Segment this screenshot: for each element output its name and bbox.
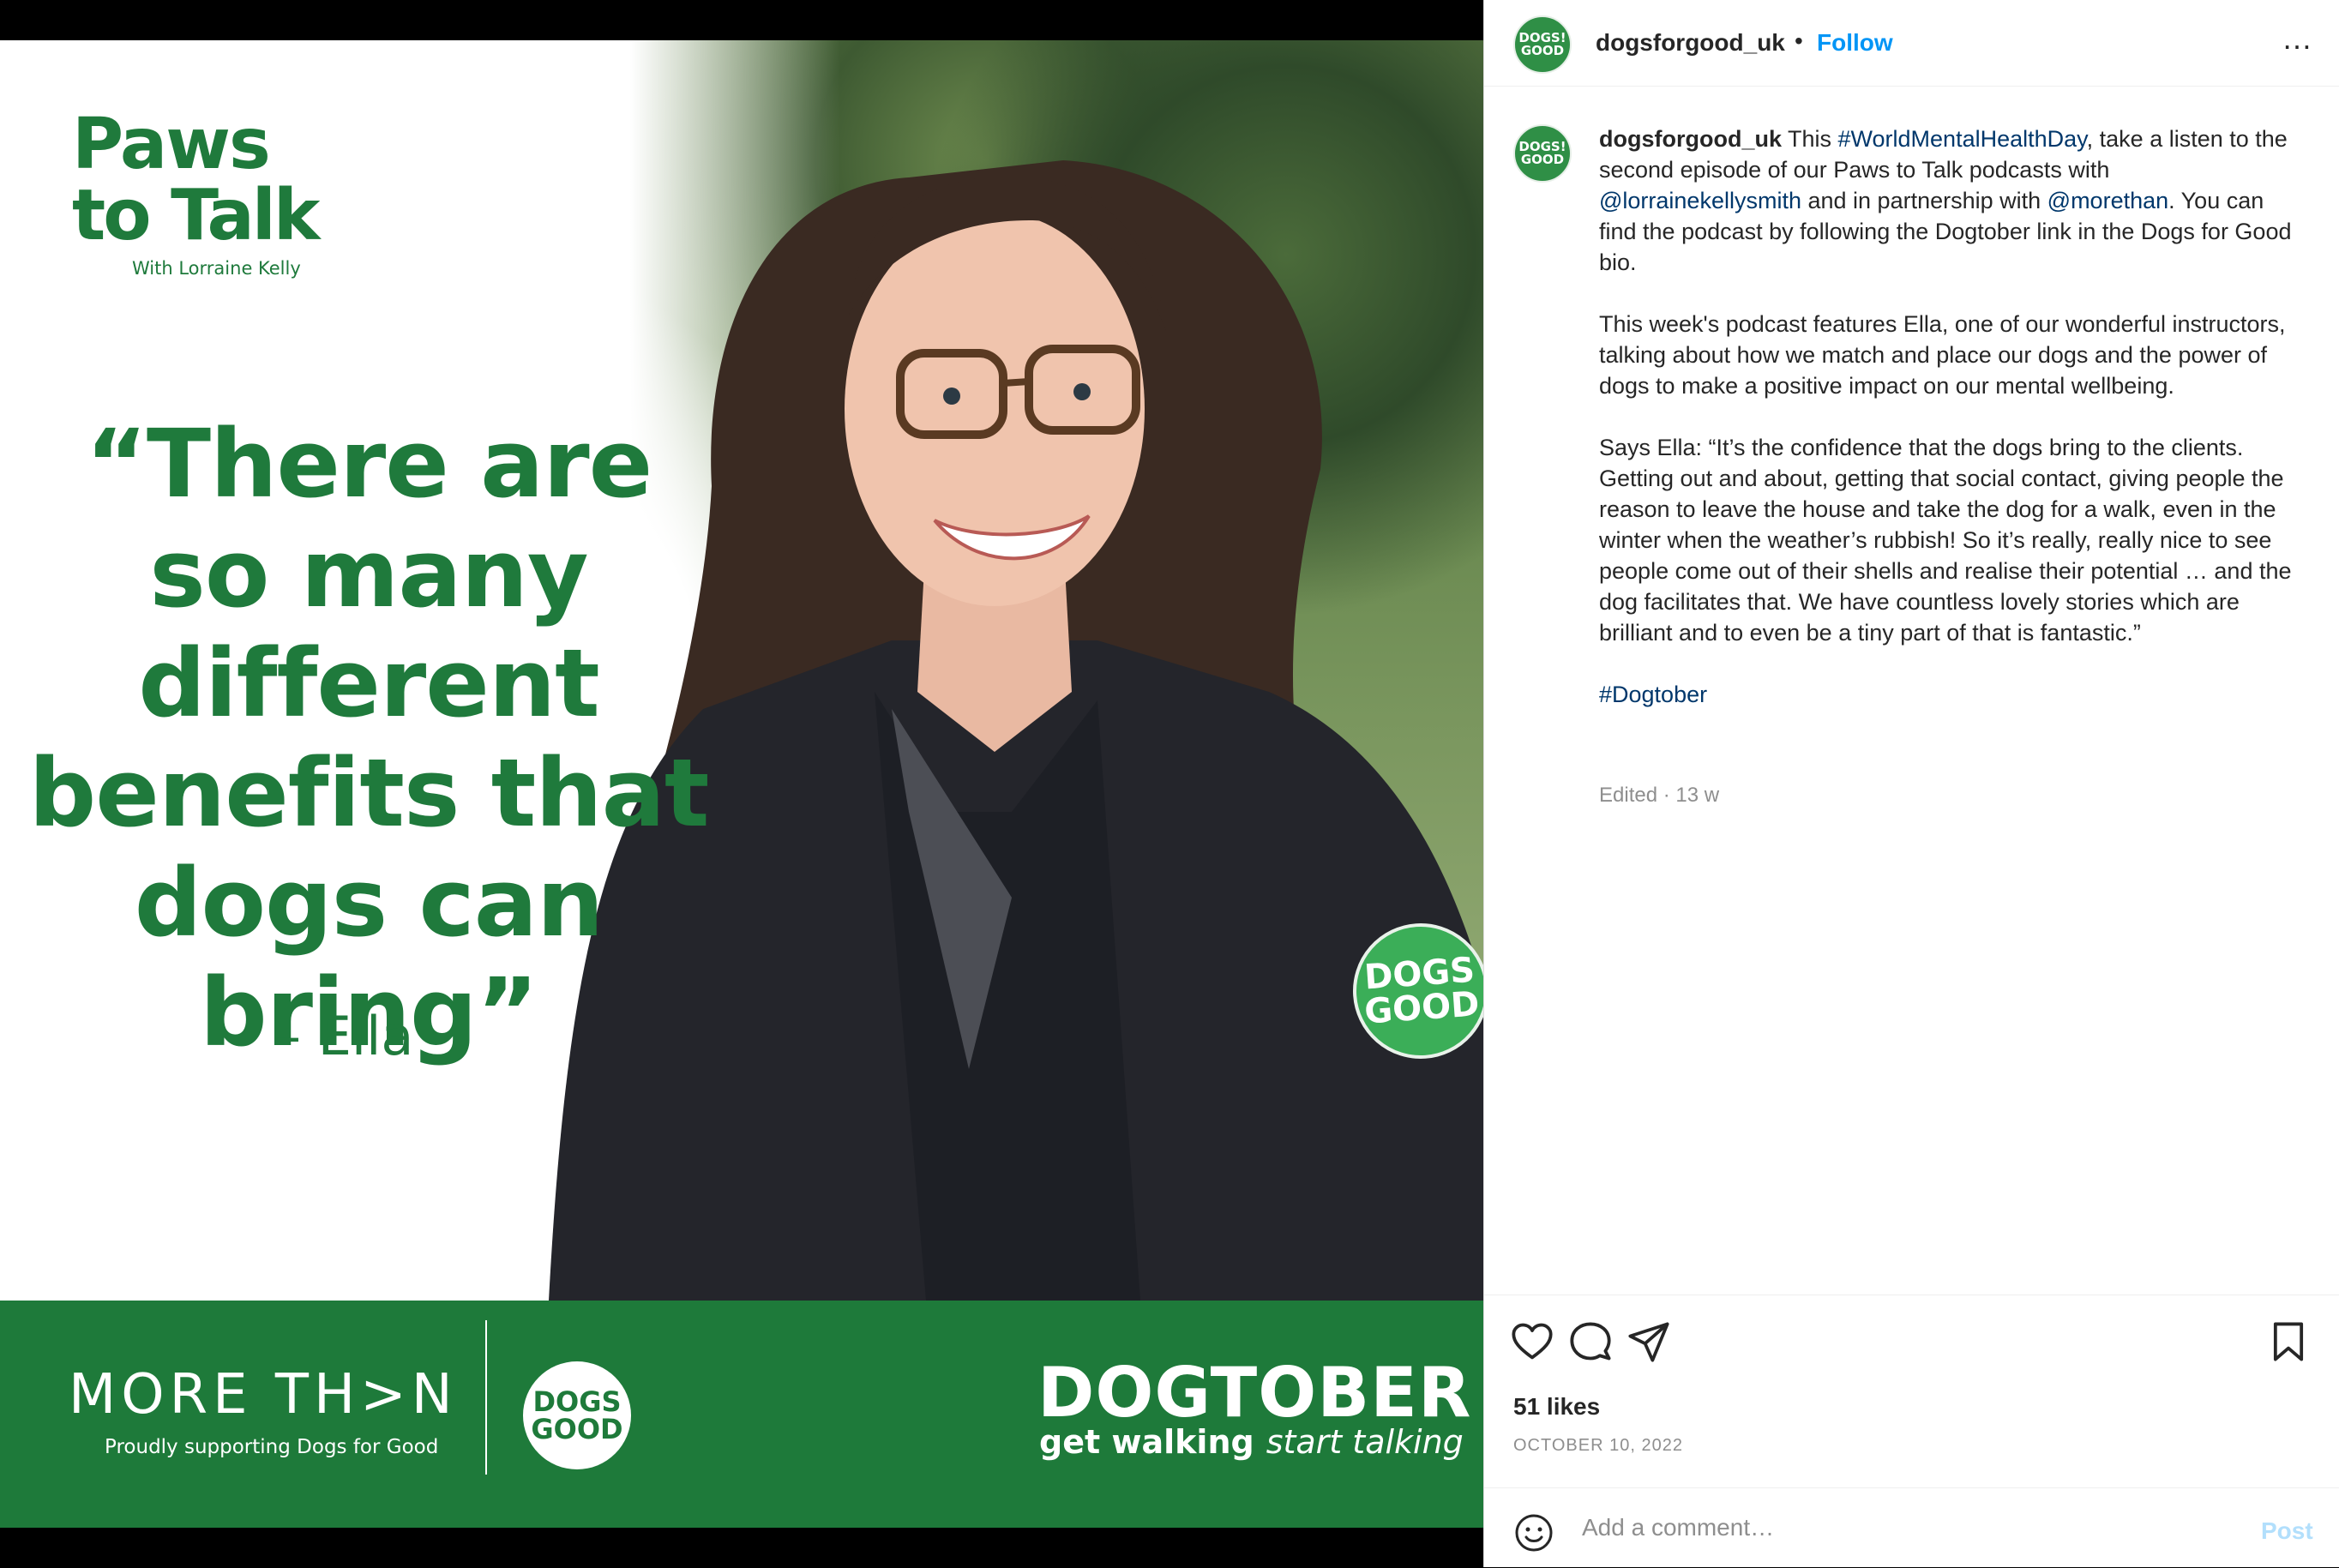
dogtober-title: DOGTOBER (1037, 1353, 1472, 1433)
caption-paragraph-1: dogsforgood_uk This #WorldMentalHealthDa… (1599, 123, 2302, 278)
dogtober-tagline: get walking start talking (1039, 1423, 1464, 1461)
paws-logo-line3: With Lorraine Kelly (132, 258, 301, 279)
share-icon[interactable] (1626, 1319, 1671, 1364)
quote: “There are so many different benefits th… (26, 409, 712, 1067)
more-than-logo: MORE TH>N (69, 1363, 458, 1427)
quote-author: – Ella (274, 1005, 414, 1067)
comment-icon[interactable] (1568, 1319, 1613, 1364)
post-details-panel: DOGS! GOOD dogsforgood_uk • Follow … DOG… (1483, 0, 2339, 1567)
avatar[interactable]: DOGS! GOOD (1513, 15, 1572, 74)
bookmark-icon[interactable] (2266, 1319, 2311, 1364)
caption-paragraph-3: Says Ella: “It’s the confidence that the… (1599, 435, 2292, 646)
badge-line2: GOOD (1362, 984, 1481, 1032)
caption-paragraph-2: This week's podcast features Ella, one o… (1599, 311, 2286, 399)
mention-link[interactable]: @lorrainekellysmith (1599, 188, 1801, 213)
follow-button[interactable]: Follow (1817, 29, 1893, 57)
hashtag-link[interactable]: #Dogtober (1599, 682, 1707, 707)
paws-logo-line2: to Talk (72, 175, 320, 256)
post-image[interactable]: Paws to Talk With Lorraine Kelly “There … (0, 40, 1483, 1528)
comment-input[interactable] (1580, 1505, 2218, 1550)
separator-dot: • (1795, 27, 1803, 54)
paws-to-talk-logo: Paws to Talk With Lorraine Kelly (72, 104, 320, 279)
caption-username-link[interactable]: dogsforgood_uk (1599, 126, 1782, 152)
hashtag-link[interactable]: #WorldMentalHealthDay (1838, 126, 2087, 152)
banner-logo-line2: GOOD (531, 1413, 623, 1445)
post-caption: dogsforgood_uk This #WorldMentalHealthDa… (1599, 123, 2302, 741)
banner-logo-line1: DOGS (532, 1385, 622, 1418)
caption-hashtag-paragraph: #Dogtober (1599, 679, 2302, 710)
quote-text: “There are so many different benefits th… (28, 409, 710, 1067)
banner-divider (485, 1320, 487, 1475)
dogs-for-good-logo: DOGS GOOD (523, 1361, 631, 1469)
emoji-icon[interactable] (1513, 1512, 1554, 1553)
caption-meta: Edited · 13 w (1599, 784, 1720, 807)
dogtober-tagline-2: start talking (1266, 1423, 1464, 1461)
dogtober-tagline-1: get walking (1039, 1423, 1254, 1461)
paws-logo-line1: Paws (72, 104, 271, 185)
caption-avatar[interactable]: DOGS! GOOD (1513, 124, 1572, 183)
caption-text: and in partnership with (1801, 188, 2047, 213)
post-media: Paws to Talk With Lorraine Kelly “There … (0, 0, 1483, 1567)
post-actions: 51 likes OCTOBER 10, 2022 (1484, 1295, 2339, 1488)
more-options-icon[interactable]: … (2282, 21, 2314, 57)
like-heart-icon[interactable] (1510, 1319, 1554, 1364)
more-than-tagline: Proudly supporting Dogs for Good (105, 1436, 439, 1458)
likes-count[interactable]: 51 likes (1513, 1393, 1600, 1421)
comment-bar: Post (1484, 1487, 2339, 1568)
mention-link[interactable]: @morethan (2047, 188, 2168, 213)
avatar-line2: GOOD (1520, 43, 1565, 58)
post-date: OCTOBER 10, 2022 (1513, 1436, 1683, 1455)
header-username-link[interactable]: dogsforgood_uk (1596, 29, 1785, 57)
post-header: DOGS! GOOD dogsforgood_uk • Follow … (1484, 0, 2339, 87)
caption-text: This (1781, 126, 1838, 152)
caption-avatar-line2: GOOD (1520, 152, 1565, 167)
post-comment-button[interactable]: Post (2261, 1517, 2313, 1545)
